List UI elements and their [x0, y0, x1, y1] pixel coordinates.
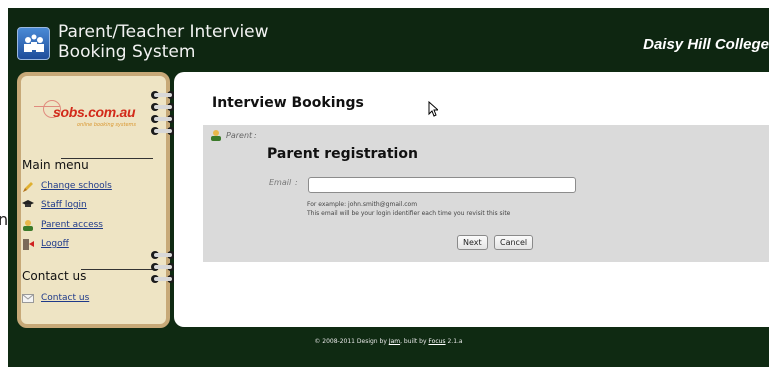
notebook-ring [151, 127, 175, 136]
mouse-cursor-icon [428, 101, 438, 117]
footer-copyright: © 2008-2011 Design by [314, 338, 387, 345]
sidebar: sobs.com.au online booking systems Main … [17, 72, 170, 328]
menu-item-change-schools[interactable]: Change schools [22, 181, 152, 195]
email-field[interactable] [308, 177, 576, 193]
pencil-icon [23, 182, 33, 192]
header: Parent/Teacher Interview Booking System … [8, 8, 769, 70]
menu-item-staff-login[interactable]: Staff login [22, 200, 152, 214]
user-icon [211, 130, 221, 141]
footer-design-link[interactable]: Jam [389, 338, 400, 345]
section-title: Parent registration [267, 146, 418, 162]
app-title: Parent/Teacher Interview Booking System [58, 22, 269, 62]
people-icon [17, 27, 50, 60]
next-button[interactable]: Next [457, 235, 488, 250]
left-gutter: n [0, 0, 8, 367]
cancel-button[interactable]: Cancel [494, 235, 534, 250]
footer: © 2008-2011 Design by Jam, built by Focu… [8, 338, 769, 345]
sobs-brand: sobs.com.au [53, 104, 136, 120]
menu-item-contact-us[interactable]: Contact us [22, 293, 152, 307]
contact-divider [81, 269, 153, 270]
sobs-tagline: online booking systems [77, 122, 137, 128]
email-hint-example: For example: john.smith@gmail.com [307, 201, 418, 208]
notebook-ring [151, 115, 175, 124]
email-label: Email [269, 178, 292, 187]
footer-version: 2.1.a [447, 338, 463, 345]
menu-divider [61, 158, 153, 159]
envelope-icon [22, 294, 34, 303]
role-label: Parent [226, 131, 253, 140]
school-name: Daisy Hill College [643, 36, 769, 53]
menu-item-label: Staff login [41, 200, 87, 210]
notebook-ring [151, 263, 175, 272]
registration-panel: Parent : Parent registration Email : For… [203, 125, 769, 262]
app-title-line1: Parent/Teacher Interview [58, 22, 269, 42]
email-hint-identifier: This email will be your login identifier… [307, 210, 511, 217]
page-title: Interview Bookings [212, 95, 364, 111]
main-menu-heading: Main menu [22, 158, 89, 172]
exit-icon [23, 239, 34, 250]
app-window: Parent/Teacher Interview Booking System … [8, 8, 769, 367]
sobs-logo[interactable]: sobs.com.au online booking systems [31, 96, 156, 136]
user-icon [23, 220, 33, 231]
menu-item-label: Parent access [41, 220, 103, 230]
hat-icon [22, 200, 34, 207]
notebook-ring [151, 91, 175, 100]
notebook-ring [151, 251, 175, 260]
main-content: Interview Bookings Parent : Parent regis… [174, 72, 769, 327]
role-label-colon: : [254, 131, 257, 140]
footer-built-link[interactable]: Focus [428, 338, 445, 345]
gutter-letter: n [0, 210, 9, 229]
email-label-colon: : [295, 178, 298, 187]
notebook-ring [151, 275, 175, 284]
footer-middle: , built by [400, 338, 427, 345]
menu-item-parent-access[interactable]: Parent access [22, 220, 152, 234]
notebook-ring [151, 103, 175, 112]
menu-item-label: Logoff [41, 239, 69, 249]
menu-item-logoff[interactable]: Logoff [22, 239, 152, 253]
menu-item-label: Change schools [41, 181, 112, 191]
app-title-line2: Booking System [58, 42, 196, 62]
contact-heading: Contact us [22, 269, 87, 283]
menu-item-label: Contact us [41, 293, 90, 303]
